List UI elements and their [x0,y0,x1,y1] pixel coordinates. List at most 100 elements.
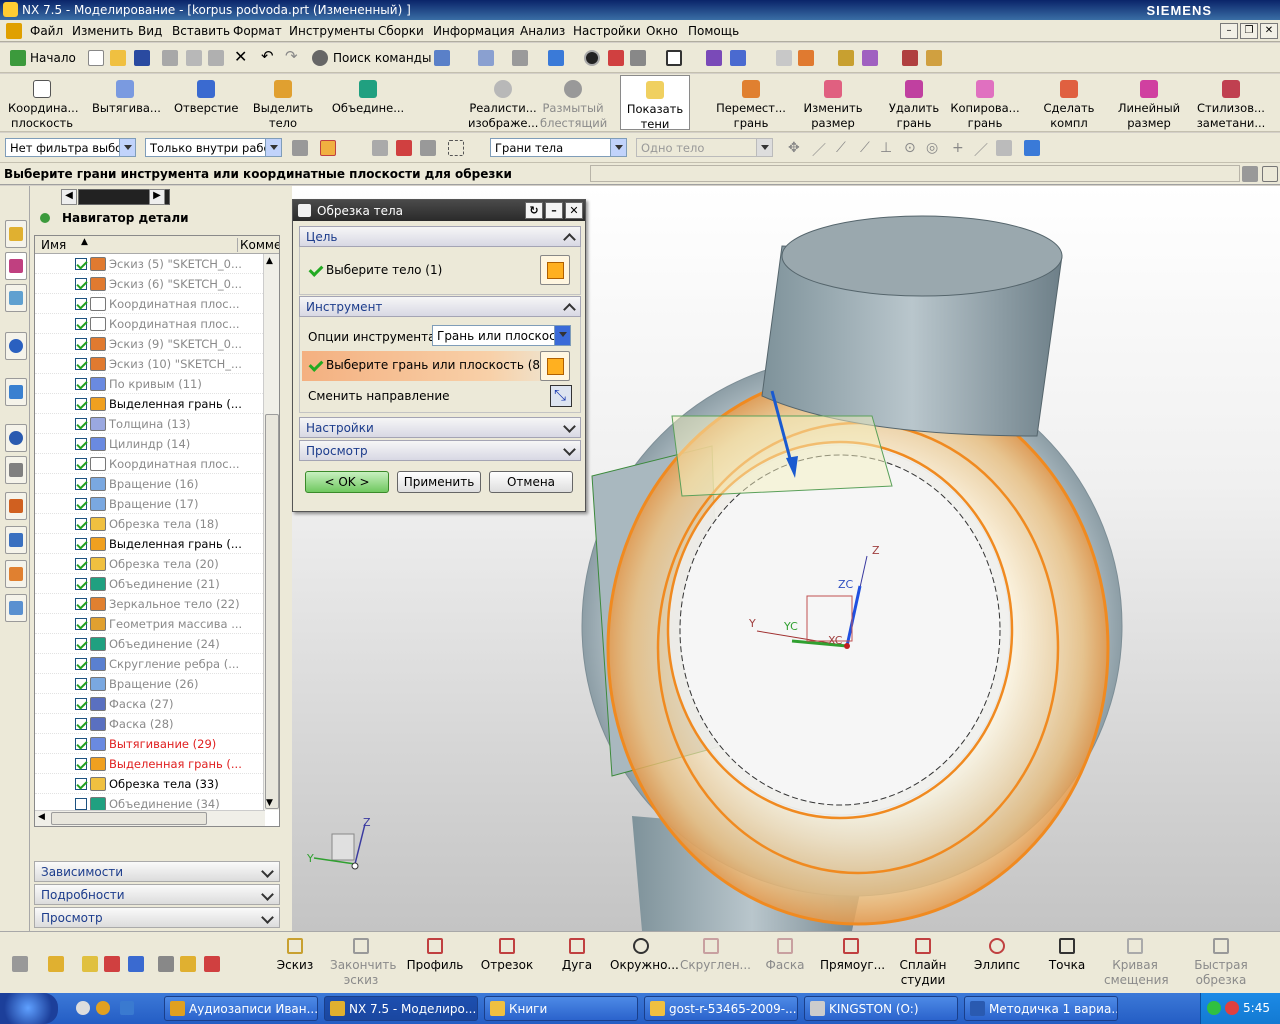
web-browser-tab[interactable] [5,332,27,360]
render-style-icon[interactable] [584,50,600,66]
tree-row[interactable]: Геометрия массива ... [35,614,263,634]
visibility-checkbox[interactable] [75,738,87,750]
finish-sketch-button[interactable]: Закончить эскиз [330,938,396,988]
start-button-icon[interactable] [0,993,58,1024]
hscroll-thumb[interactable] [51,812,207,825]
menu-information[interactable]: Информация [433,24,515,38]
section-icon[interactable] [862,50,878,66]
reverse-direction-button[interactable]: ⤡ [550,385,572,407]
menu-format[interactable]: Формат [233,24,282,38]
draft-icon[interactable] [926,50,942,66]
minimize-dialog-icon[interactable]: – [545,202,563,219]
visibility-checkbox[interactable] [75,798,87,810]
roles-tab[interactable] [5,560,27,588]
clock-history-tab[interactable] [5,424,27,452]
profile-button[interactable]: Профиль [404,938,466,973]
history-tab[interactable] [5,378,27,406]
visibility-checkbox[interactable] [75,278,87,290]
preview-panel[interactable]: Просмотр [34,907,280,928]
position-icon[interactable] [204,956,220,972]
select-body-label[interactable]: Выберите тело (1) [326,263,442,277]
menu-analysis[interactable]: Анализ [520,24,565,38]
tree-row[interactable]: Вращение (26) [35,674,263,694]
tree-row[interactable]: Координатная плос... [35,454,263,474]
tree-row[interactable]: Выделенная грань (... [35,534,263,554]
tree-row[interactable]: Выделенная грань (... [35,754,263,774]
menu-edit[interactable]: Изменить [72,24,134,38]
doc-restore-button[interactable]: ❐ [1240,23,1258,39]
undo-icon[interactable]: ↶ [260,47,276,66]
tree-row[interactable]: Цилиндр (14) [35,434,263,454]
wireframe-icon[interactable] [630,50,646,66]
visibility-checkbox[interactable] [75,378,87,390]
doc-close-button[interactable]: ✕ [1260,23,1278,39]
menu-window[interactable]: Окно [646,24,678,38]
rectangle-button[interactable]: Прямоуг... [820,938,885,973]
tree-row[interactable]: Вращение (17) [35,494,263,514]
visibility-checkbox[interactable] [75,358,87,370]
antivirus-icon[interactable] [1225,1001,1239,1015]
type-filter-select[interactable]: Нет фильтра выбор [5,138,136,157]
visibility-checkbox[interactable] [75,678,87,690]
delete-icon[interactable]: ✕ [232,47,248,66]
tree-row[interactable]: Объединение (24) [35,634,263,654]
tree-row[interactable]: Вращение (16) [35,474,263,494]
quicklaunch-icon-3[interactable] [120,1001,134,1015]
extrude-button[interactable]: Вытягива... [92,80,161,116]
redo-icon[interactable]: ↷ [284,47,300,66]
pin-icon[interactable] [40,213,50,223]
cut-icon[interactable] [162,50,178,66]
details-panel[interactable]: Подробности [34,884,280,905]
tree-row[interactable]: По кривым (11) [35,374,263,394]
close-icon[interactable]: ✕ [565,202,583,219]
point-button[interactable]: Точка [1036,938,1098,973]
tray-icon[interactable] [1207,1001,1221,1015]
process-studio-tab[interactable] [5,492,27,520]
tree-row[interactable]: Эскиз (10) "SKETCH_... [35,354,263,374]
select-body-button[interactable] [540,255,570,285]
system-materials-tab[interactable] [5,456,27,484]
layer-settings-icon[interactable] [12,956,28,972]
snap-icon[interactable] [320,140,336,156]
task-kingston[interactable]: KINGSTON (O:) [804,996,958,1021]
visibility-checkbox[interactable] [75,338,87,350]
snap-curve-icon[interactable]: ／ [974,140,990,159]
fillet-button[interactable]: Скруглен... [680,938,751,973]
column-comment[interactable]: Коммен [237,238,279,252]
tree-row[interactable]: Эскиз (6) "SKETCH_0... [35,274,263,294]
copy-icon[interactable] [186,50,202,66]
copy-face-button[interactable]: Копирова... грань [950,80,1020,131]
task-word[interactable]: Методичка 1 вариа... [964,996,1118,1021]
rectangle-select-icon[interactable] [448,140,464,156]
paste-icon[interactable] [208,50,224,66]
body-rule-select[interactable]: Одно тело [636,138,773,157]
scroll-left-icon[interactable]: ◀ [38,812,45,822]
visibility-checkbox[interactable] [75,558,87,570]
visibility-checkbox[interactable] [75,398,87,410]
menu-help[interactable]: Помощь [688,24,739,38]
tool-group-header[interactable]: Инструмент [299,296,581,317]
snap-endpoint-icon[interactable]: ✥ [788,140,804,156]
visibility-checkbox[interactable] [75,258,87,270]
resize-face-button[interactable]: Изменить размер [800,80,866,131]
reset-icon[interactable]: ↻ [525,202,543,219]
tree-row[interactable]: Координатная плос... [35,294,263,314]
snap-quadrant-icon[interactable]: ◎ [926,140,942,156]
menu-preferences[interactable]: Настройки [573,24,641,38]
hole-button[interactable]: Отверстие [174,80,238,116]
styled-sweep-button[interactable]: Стилизов... заметани... [1196,80,1266,131]
sketch-button[interactable]: Эскиз [264,938,326,973]
tree-row[interactable]: Зеркальное тело (22) [35,594,263,614]
start-button[interactable]: Начало [30,51,76,65]
selection-icon[interactable] [776,50,792,66]
select-face-button[interactable] [540,351,570,381]
visibility-checkbox[interactable] [75,758,87,770]
status-grid-icon[interactable] [1242,166,1258,182]
system-scenes-tab[interactable] [5,594,27,622]
visibility-checkbox[interactable] [75,638,87,650]
tree-horizontal-scrollbar[interactable]: ◀ [35,810,265,826]
chamfer-button[interactable]: Фаска [754,938,816,973]
task-nx[interactable]: NX 7.5 - Моделиро... [324,996,478,1021]
ok-button[interactable]: < OK > [305,471,389,493]
linear-dimension-button[interactable]: Линейный размер [1116,80,1182,131]
